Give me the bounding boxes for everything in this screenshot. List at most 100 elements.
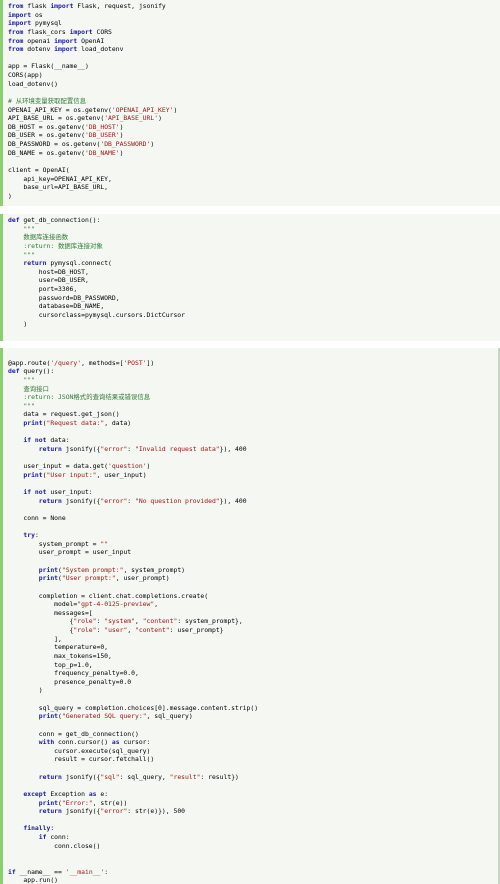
code-line: from openai import OpenAI [8,37,104,45]
string-token: "Generated SQL query:" [61,712,147,721]
code-token: pymysql [31,19,62,28]
code-line: cursorclass=pymysql.cursors.DictCursor [8,311,185,319]
code-token: api_key=OPENAI_API_KEY, [8,174,112,183]
keyword-token: if not [23,436,47,445]
keyword-token: from [8,27,24,36]
code-line: :return: JSON格式的查询结果或错误信息 [8,393,150,401]
code-token: , sql_query) [146,712,193,721]
code-token: jsonify({ [61,772,101,781]
code-line: :return: 数据库连接对象 [8,242,102,250]
code-line: messages=[ [8,609,93,617]
code-token: database=DB_NAME, [8,302,105,311]
keyword-token: with [38,738,55,747]
comment-token: 查询接口 [8,384,49,393]
code-line: if not data: [8,436,69,445]
code-line: result = cursor.fetchall() [8,755,154,763]
code-token: messages=[ [8,608,93,617]
code-line: return jsonify({"error": "Invalid reques… [8,445,247,453]
code-line: finally: [8,824,54,832]
string-token: "" [100,539,109,548]
code-line: user_prompt = user_input [8,548,131,556]
keyword-token: print [38,712,59,721]
code-text[interactable]: def get_db_connection(): """ 数据库连接函数 :re… [0,214,500,328]
code-line: app = Flask(__name__) [8,62,89,70]
keyword-token: print [38,574,59,583]
code-token: , methods=[ [81,358,124,367]
code-token: jsonify({ [61,807,101,816]
code-block-get-db-connection[interactable]: def get_db_connection(): """ 数据库连接函数 :re… [0,214,500,341]
code-block-query-route[interactable]: @app.route('/query', methods=['POST']) d… [0,348,500,884]
code-line: return jsonify({"error": str(e)}), 500 [8,807,185,815]
string-token: 'POST' [123,358,147,367]
string-token: 'DB_HOST' [84,122,120,131]
keyword-token: print [38,565,59,574]
code-line: model="gpt-4-0125-preview", [8,600,158,608]
code-token: , system_prompt) [123,565,186,574]
code-text[interactable]: from flask import Flask, request, jsonif… [0,0,500,200]
code-line: DB_USER = os.getenv('DB_USER') [8,131,123,139]
code-token: cursor: [119,738,151,747]
string-token: '__main__' [65,867,105,876]
string-token: 'OPENAI_API_KEY' [111,105,174,114]
code-line: import os [8,11,43,19]
keyword-token: print [23,419,43,427]
code-token: conn.close() [8,841,101,850]
code-text[interactable]: @app.route('/query', methods=['POST']) d… [0,348,500,884]
code-line: """ [8,376,35,384]
keyword-token: print [38,798,59,807]
string-token: 'DB_NAME' [84,148,120,157]
code-token: ) [173,105,178,114]
code-line: print("System prompt:", system_prompt) [8,566,185,574]
string-token: "result" [169,772,201,781]
code-line: if not user_input: [8,488,92,496]
code-line: 查询接口 [8,385,49,393]
keyword-token: return [38,444,62,453]
comment-token: """ [8,224,35,233]
code-line: system_prompt = "" [8,540,108,548]
string-token: "Invalid request data" [135,444,220,453]
code-line: {"role": "user", "content": user_prompt} [8,626,224,634]
code-token: frequency_penalty=0.0, [8,669,139,678]
code-block-imports[interactable]: from flask import Flask, request, jsonif… [0,0,500,206]
string-token: '/query' [50,358,82,367]
code-token: ) [8,319,28,328]
code-token: data = request.get_json() [8,410,120,419]
string-token: "error" [100,444,128,453]
comment-token: 数据库连接函数 [8,233,69,242]
keyword-token: return [38,807,62,816]
code-token: openai [23,36,55,45]
code-token: }), 400 [219,496,247,505]
code-token: user_prompt = user_input [8,548,132,557]
keyword-token: from [8,2,24,10]
code-line: client = OpenAI( [8,166,70,174]
code-token: dotenv [23,45,55,54]
code-token: { [8,617,74,626]
code-line: with conn.cursor() as cursor: [8,738,151,747]
code-token: flask [23,2,51,10]
string-token: "error" [100,496,128,505]
string-token: "gpt-4-0125-preview" [77,600,155,609]
code-line: except Exception as e: [8,790,108,798]
code-token: app = Flask(__name__) [8,62,89,71]
code-token: user=DB_USER, [8,276,89,285]
code-token: ) [119,122,124,131]
string-token: "content" [142,617,178,626]
code-line: DB_PASSWORD = os.getenv('DB_PASSWORD') [8,140,154,148]
code-token: @app.route( [8,358,51,367]
code-token: DB_PASSWORD = os.getenv( [8,140,101,148]
code-line: """ [8,225,35,233]
code-token: get_db_connection(): [19,216,101,224]
code-token: { [8,626,74,634]
code-token: , [127,626,136,634]
code-token: conn.cursor() [54,738,112,747]
code-line: return jsonify({"error": "No question pr… [8,497,247,505]
keyword-token: def [8,216,20,224]
code-token: base_url=API_BASE_URL, [8,183,109,192]
keyword-token: finally [23,824,51,833]
code-token: pymysql.connect( [46,259,112,268]
